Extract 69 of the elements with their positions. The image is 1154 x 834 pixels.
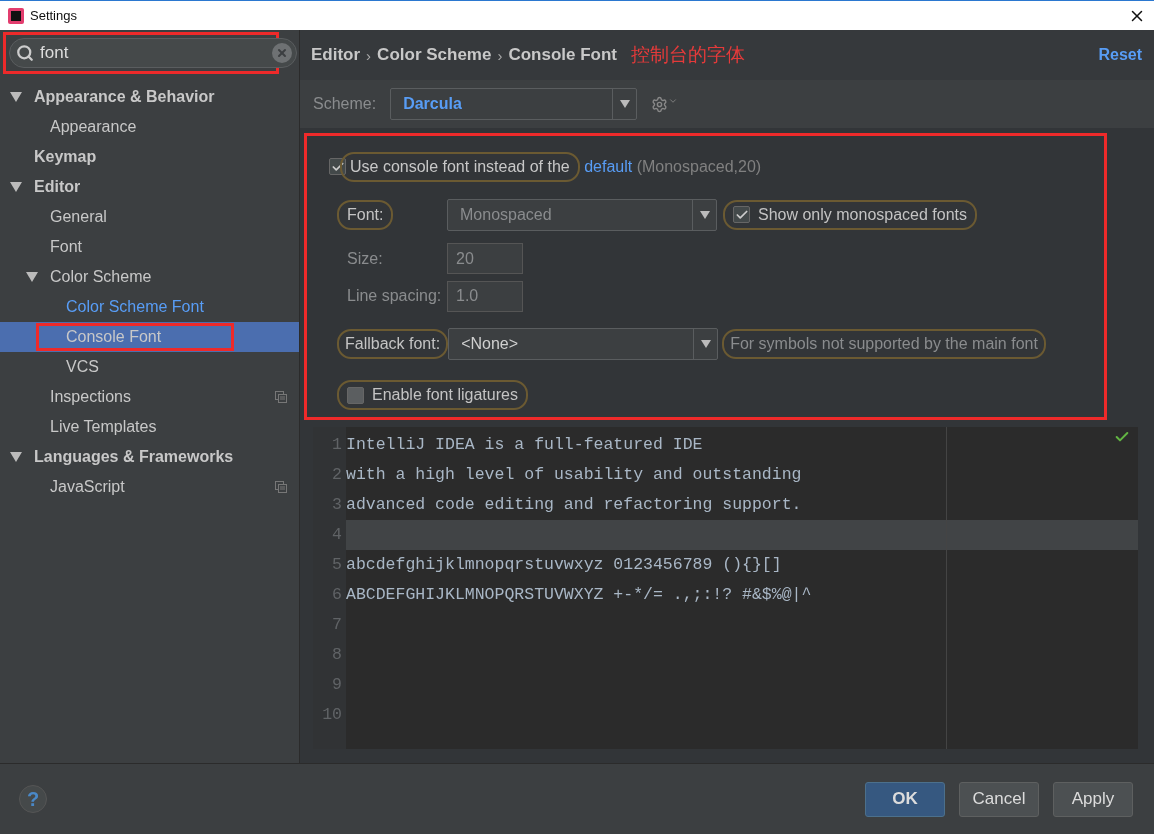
tree-item[interactable]: Appearance: [0, 112, 299, 142]
tree-item[interactable]: Keymap: [0, 142, 299, 172]
dialog-button[interactable]: Apply: [1053, 781, 1133, 817]
tree-item[interactable]: Color Scheme Font: [0, 292, 299, 322]
scheme-dropdown[interactable]: Darcula: [390, 88, 638, 120]
code-line: IntelliJ IDEA is a full-featured IDE: [346, 435, 703, 454]
font-label: Font:: [337, 199, 394, 230]
tree-item-label: Keymap: [34, 148, 97, 166]
app-logo-icon: [8, 7, 24, 24]
tree-item[interactable]: JavaScript: [0, 472, 299, 502]
code-line: ABCDEFGHIJKLMNOPQRSTUVWXYZ +-*/= .,;:!? #&$%@|^: [346, 585, 812, 604]
dialog-button[interactable]: Cancel: [959, 781, 1039, 817]
expand-arrow-icon[interactable]: [10, 92, 22, 102]
tree-item-label: Color Scheme Font: [66, 298, 204, 316]
show-monospaced-label: Show only monospaced fonts: [758, 205, 967, 224]
ligatures-label: Enable font ligatures: [372, 386, 518, 405]
search-input[interactable]: font: [38, 42, 268, 64]
tree-item-label: JavaScript: [50, 478, 125, 496]
tree-item[interactable]: Inspections: [0, 382, 299, 412]
expand-arrow-icon[interactable]: [26, 272, 38, 282]
checkbox[interactable]: [347, 386, 364, 404]
dropdown-arrow-icon: [699, 210, 710, 219]
reset-link[interactable]: Reset: [1098, 46, 1142, 64]
default-link[interactable]: default: [584, 157, 633, 175]
tree-item[interactable]: General: [0, 202, 299, 232]
code-line: advanced code editing and refactoring support.: [346, 495, 802, 514]
checkbox[interactable]: [733, 206, 750, 224]
tree-item[interactable]: Color Scheme: [0, 262, 299, 292]
search-icon: [16, 44, 34, 62]
tree-item-label: Editor: [34, 178, 81, 196]
tree-item-label: Font: [50, 238, 82, 256]
size-label: Size:: [347, 249, 383, 268]
tree-item[interactable]: Appearance & Behavior: [0, 82, 299, 112]
dropdown-arrow-icon: [700, 340, 711, 349]
line-spacing-label: Line spacing:: [347, 287, 442, 306]
tree-item-label: Color Scheme: [50, 268, 152, 286]
checkbox[interactable]: [329, 158, 346, 176]
tree-item-label: Console Font: [36, 323, 235, 351]
dialog-button[interactable]: OK: [865, 781, 945, 817]
annotation-note: 控制台的字体: [631, 43, 747, 67]
tree-item-label: General: [50, 208, 107, 226]
tree-item[interactable]: Live Templates: [0, 412, 299, 442]
fallback-font-hint: For symbols not supported by the main font: [722, 329, 1046, 360]
tree-item-label: VCS: [66, 358, 99, 376]
tree-item-label: Languages & Frameworks: [34, 448, 234, 466]
tree-item-label: Inspections: [50, 388, 131, 406]
tree-item-label: Appearance: [50, 118, 137, 136]
tree-item-label: Live Templates: [50, 418, 157, 436]
breadcrumb-item: Editor: [311, 45, 361, 65]
scheme-label: Scheme:: [313, 95, 377, 113]
code-line: abcdefghijklmnopqrstuvwxyz 0123456789 (){}[]: [346, 555, 782, 574]
breadcrumb-separator: ›: [366, 46, 372, 64]
breadcrumb-separator: ›: [497, 46, 503, 64]
tree-item[interactable]: Font: [0, 232, 299, 262]
search-field[interactable]: font: [9, 38, 297, 68]
breadcrumb-item: Console Font: [508, 45, 618, 65]
use-console-font-label: Use console font instead of the default (Monospaced,20): [340, 151, 762, 182]
gear-icon[interactable]: [651, 95, 679, 113]
code-line: with a high level of usability and outstanding: [346, 465, 802, 484]
window-title: Settings: [30, 8, 78, 23]
tree-item[interactable]: Editor: [0, 172, 299, 202]
tree-item[interactable]: Languages & Frameworks: [0, 442, 299, 472]
fallback-font-dropdown[interactable]: <None>: [448, 328, 719, 361]
breadcrumb-item: Color Scheme: [377, 45, 492, 65]
expand-arrow-icon[interactable]: [10, 452, 22, 462]
expand-arrow-icon[interactable]: [10, 182, 22, 192]
tree-item-label: Appearance & Behavior: [34, 88, 215, 106]
dropdown-arrow-icon: [619, 100, 630, 108]
tree-item[interactable]: VCS: [0, 352, 299, 382]
